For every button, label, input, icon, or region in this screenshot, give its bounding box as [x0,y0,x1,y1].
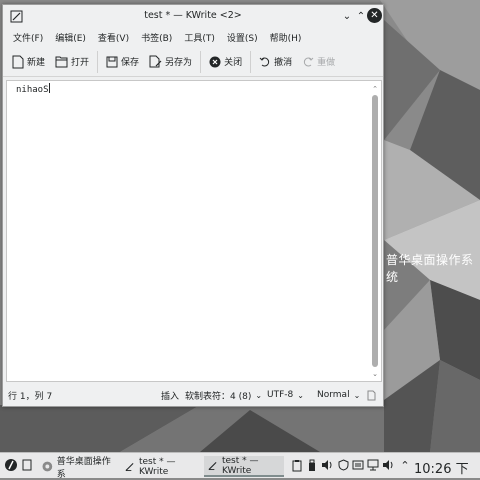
save-label: 保存 [121,58,140,68]
status-bar: 行 1，列 7 插入 软制表符：4 (8) ⌄ UTF-8 ⌄ Normal ⌄ [3,383,383,407]
toolbar-separator [97,50,99,73]
open-button[interactable]: 打开 [50,49,94,75]
open-label: 打开 [71,58,90,68]
toolbar-separator [200,50,202,73]
vertical-scrollbar[interactable]: ⌃ ⌄ [370,83,380,379]
new-document-icon [12,55,24,68]
usb-device-icon[interactable] [305,457,319,473]
kwrite-window: test * — KWrite <2> ⌄ ⌃ ✕ 文件(F) 编辑(E) 查看… [2,4,384,407]
menu-bookmarks[interactable]: 书签(B) [135,31,178,44]
close-label: 关闭 [224,58,243,68]
open-folder-icon [55,56,68,68]
save-as-button[interactable]: 另存为 [144,49,197,75]
title-bar[interactable]: test * — KWrite <2> ⌄ ⌃ ✕ [3,5,383,27]
clipboard-icon[interactable] [290,457,304,473]
window-title: test * — KWrite <2> [144,10,242,21]
menu-tools[interactable]: 工具(T) [178,31,221,44]
save-button[interactable]: 保存 [101,49,144,75]
editor-content: nihaoS [16,85,49,95]
menu-file[interactable]: 文件(F) [7,31,49,44]
scrollbar-thumb[interactable] [372,95,378,367]
save-as-label: 另存为 [165,58,193,68]
menu-view[interactable]: 查看(V) [92,31,135,44]
close-window-button[interactable]: ✕ [367,8,382,23]
editor-line[interactable]: nihaoS [16,83,50,95]
show-desktop-icon[interactable] [20,457,34,473]
menu-bar: 文件(F) 编辑(E) 查看(V) 书签(B) 工具(T) 设置(S) 帮助(H… [3,27,383,47]
close-circle-icon [209,56,221,67]
volume-icon[interactable] [320,457,334,473]
encoding-label: UTF-8 [267,390,294,400]
chevron-down-icon: ⌄ [255,390,263,400]
task-kwrite-1[interactable]: test * — KWrite [121,456,201,477]
save-icon [106,56,118,67]
new-label: 新建 [27,58,46,68]
encoding-selector[interactable]: UTF-8 ⌄ [267,390,304,400]
new-button[interactable]: 新建 [7,49,50,75]
menu-edit[interactable]: 编辑(E) [49,31,92,44]
redo-icon [303,57,314,66]
close-doc-button[interactable]: 关闭 [204,49,247,75]
close-icon: ✕ [370,10,379,21]
redo-label: 重做 [317,58,336,68]
chevron-down-icon: ⌄ [342,10,352,22]
input-mode[interactable]: 插入 [161,389,179,402]
main-toolbar: 新建 打开 保存 另存为 关闭 撤消 重做 [3,47,383,77]
redo-button[interactable]: 重做 [297,49,340,75]
tab-setting-selector[interactable]: 软制表符：4 (8) ⌄ [185,389,262,402]
maximize-button[interactable]: ⌃ [354,9,368,23]
task-kwrite-2[interactable]: test * — KWrite [204,456,284,477]
browser-icon [42,461,53,472]
menu-help[interactable]: 帮助(H) [264,31,308,44]
chevron-up-icon: ⌃ [356,10,366,22]
text-caret [48,83,50,93]
undo-button[interactable]: 撤消 [254,49,297,75]
tab-setting-label: 软制表符：4 (8) [185,391,252,402]
kwrite-icon [125,462,134,472]
cursor-position: 行 1，列 7 [8,391,53,402]
speaker-icon[interactable] [381,457,395,473]
chevron-down-icon: ⌄ [297,390,304,400]
undo-label: 撤消 [274,58,293,68]
chevron-up-icon[interactable]: ⌃ [398,457,412,473]
minimize-button[interactable]: ⌄ [340,9,354,23]
undo-icon [259,57,270,66]
highlight-selector[interactable]: Normal ⌄ [317,390,360,400]
network-icon[interactable] [366,457,380,473]
scroll-down-arrow-icon[interactable]: ⌄ [371,370,379,378]
task-label: test * — KWrite [221,455,259,476]
toolbar-separator [250,50,252,73]
task-label: 普华桌面操作系 [56,456,111,480]
start-menu-icon[interactable] [4,457,18,473]
task-label: test * — KWrite [138,456,176,477]
kwrite-icon [208,461,217,471]
chevron-down-icon: ⌄ [353,390,361,400]
task-desktop[interactable]: 普华桌面操作系 [38,456,118,480]
scroll-up-arrow-icon[interactable]: ⌃ [371,85,379,93]
taskbar-clock[interactable]: 10:26 下午 [414,458,480,480]
save-as-icon [149,55,162,68]
menu-settings[interactable]: 设置(S) [221,31,264,44]
text-editor-area[interactable]: nihaoS ⌃ ⌄ [6,80,382,382]
security-icon[interactable] [336,457,350,473]
input-method-icon[interactable] [351,457,365,473]
document-status-icon [367,390,376,401]
desktop-label: 普华桌面操作系统 [386,253,474,284]
taskbar: 普华桌面操作系 test * — KWrite test * — KWrite … [0,452,480,480]
highlight-label: Normal [317,390,350,400]
